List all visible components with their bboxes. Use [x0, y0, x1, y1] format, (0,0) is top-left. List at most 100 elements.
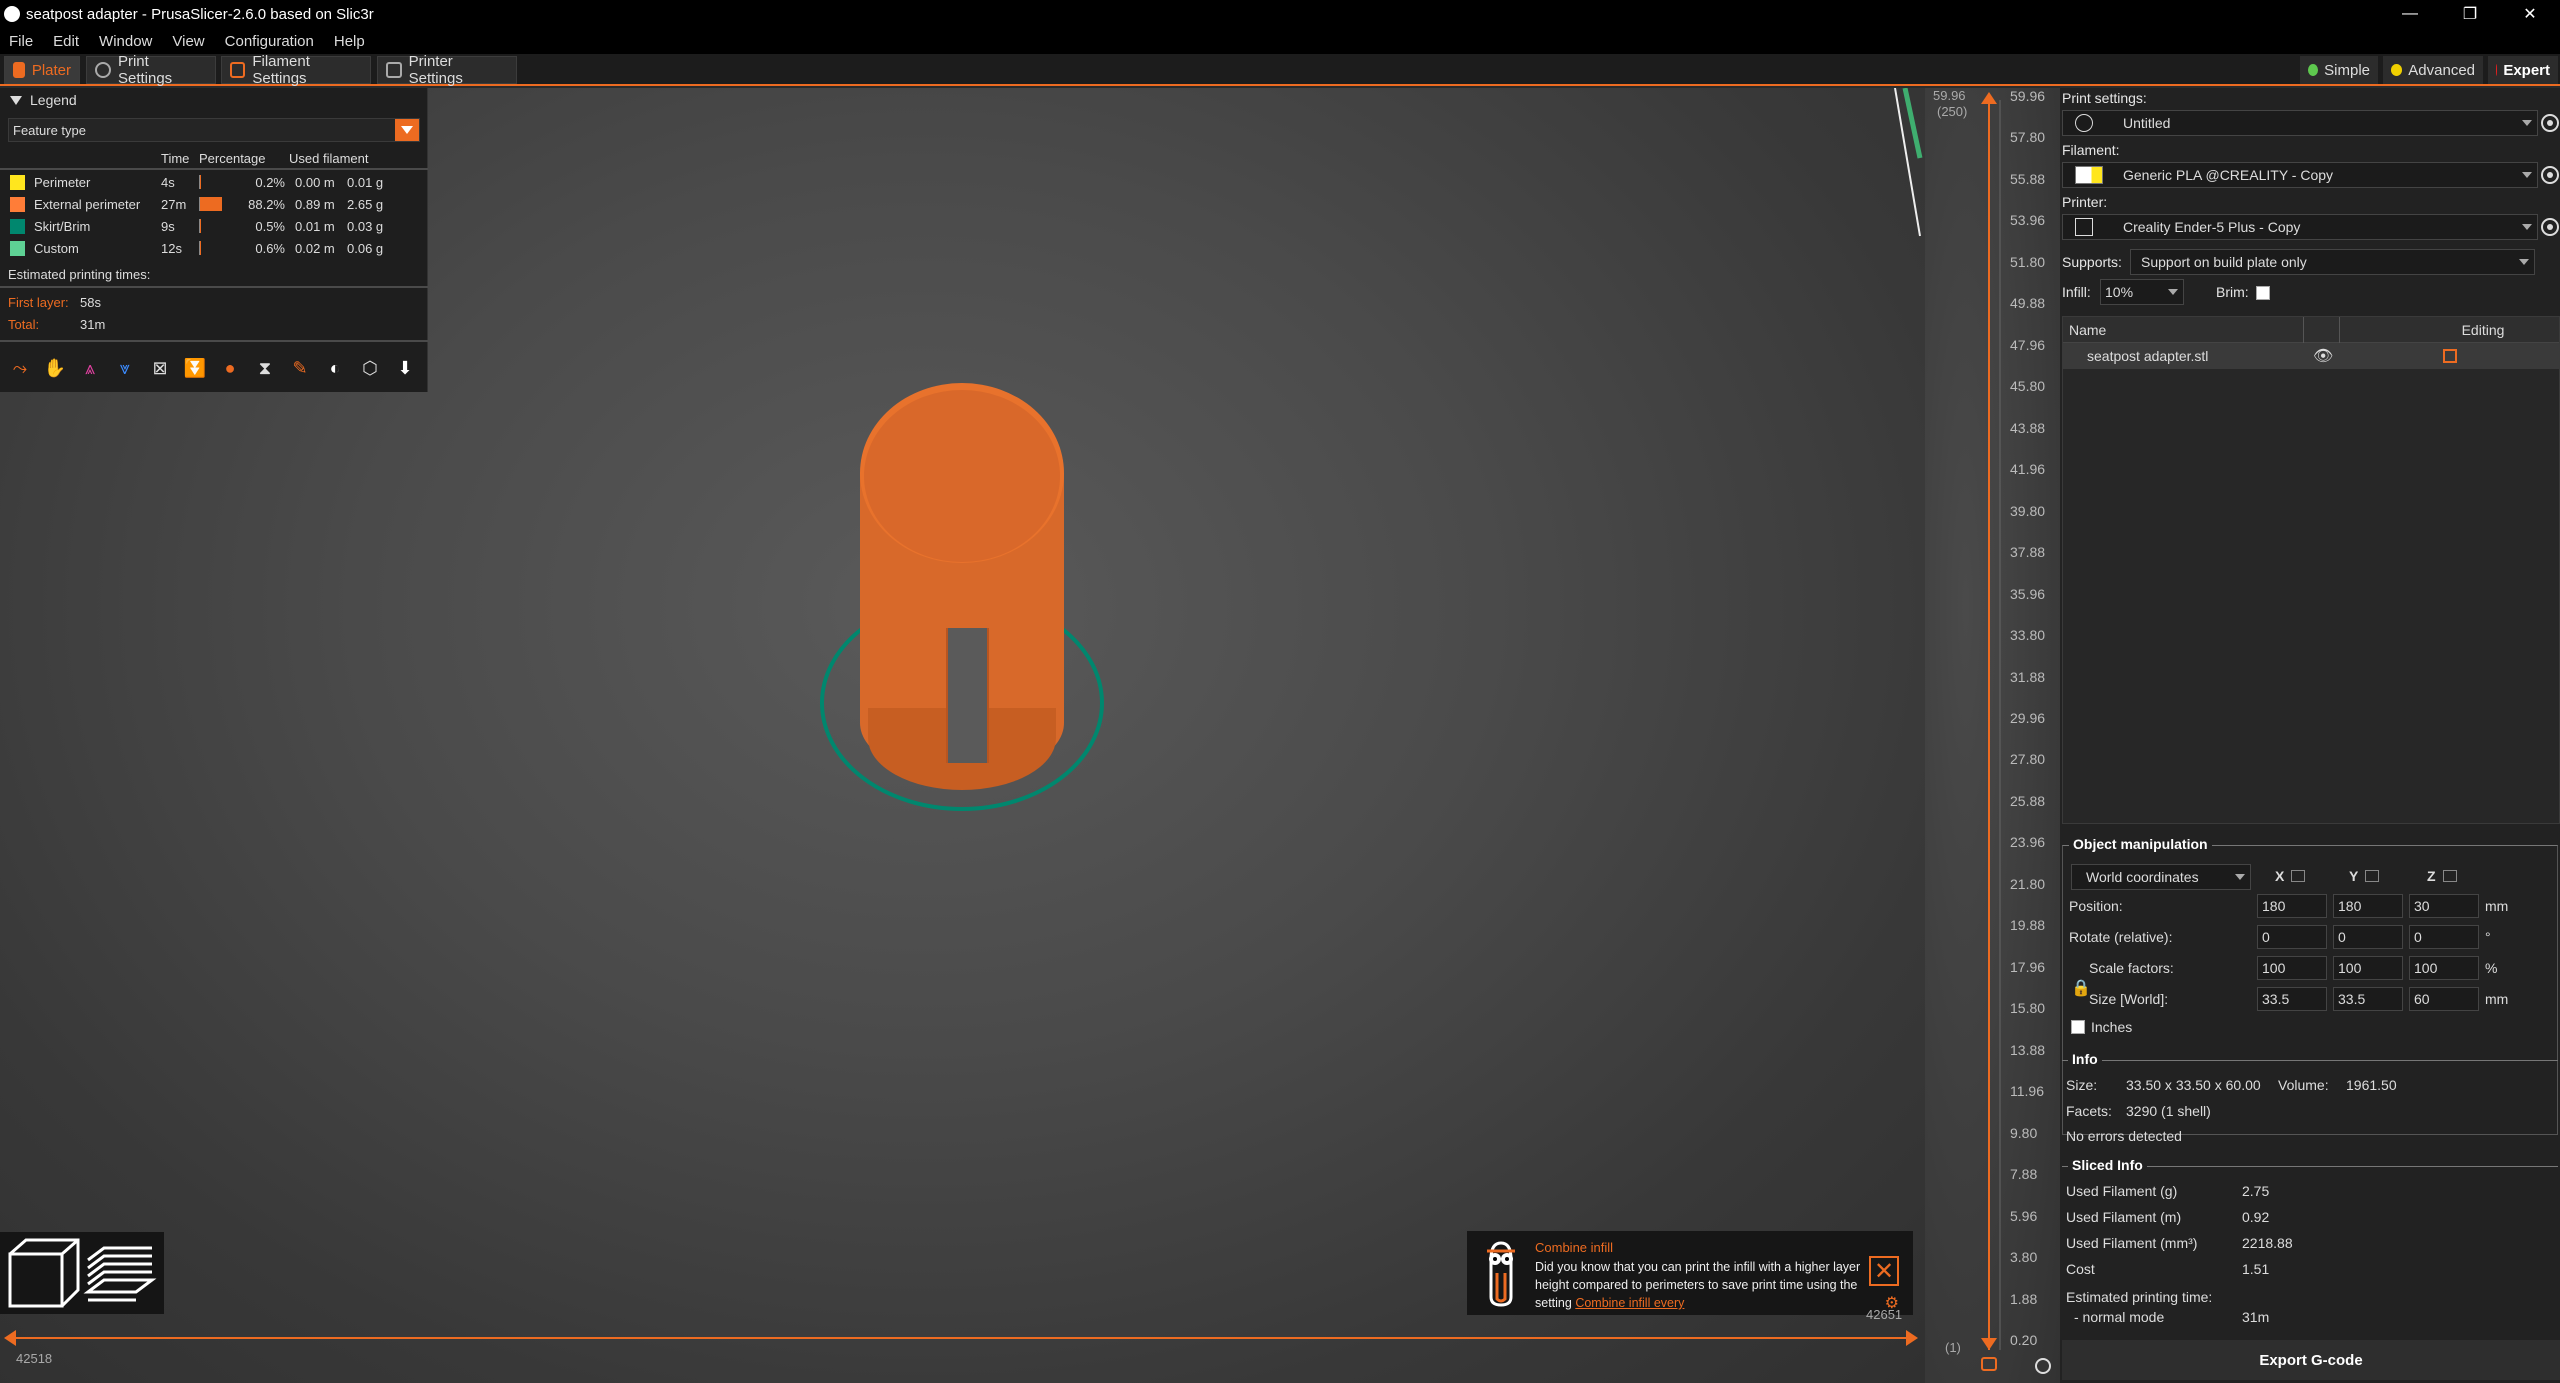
window-title: seatpost adapter - PrusaSlicer-2.6.0 bas…	[26, 5, 374, 23]
mode-simple[interactable]: Simple	[2300, 56, 2378, 84]
wipe-icon[interactable]: ✋	[41, 354, 69, 382]
seams-icon[interactable]: ⊠	[146, 354, 174, 382]
travel-icon[interactable]: ⤳	[6, 354, 34, 382]
drop-to-bed-icon[interactable]	[2365, 870, 2379, 882]
minimize-button[interactable]: —	[2380, 0, 2440, 28]
gear-icon[interactable]	[2541, 218, 2559, 236]
infill-select[interactable]: 10%	[2100, 279, 2184, 305]
print-settings-select[interactable]: Untitled	[2062, 110, 2538, 136]
brim-checkbox[interactable]	[2256, 286, 2270, 300]
supports-select[interactable]: Support on build plate only	[2130, 249, 2535, 275]
menu-window[interactable]: Window	[90, 33, 163, 50]
info-facets-label: Facets:	[2066, 1103, 2112, 1119]
gear-icon[interactable]	[2541, 166, 2559, 184]
3d-preview-canvas[interactable]: Legend Feature type Time Percentage Used…	[0, 88, 1925, 1383]
legend-header[interactable]: Legend	[0, 88, 427, 112]
deretractions-icon[interactable]: ⩔	[111, 354, 139, 382]
slider-thumb-right[interactable]	[1906, 1330, 1918, 1346]
chevron-down-icon[interactable]	[2232, 869, 2248, 885]
drop-to-bed-icon[interactable]	[2443, 870, 2457, 882]
filament-value: Generic PLA @CREALITY - Copy	[2123, 167, 2334, 183]
layer-height-tick: 13.88	[2010, 1042, 2046, 1058]
export-gcode-button[interactable]: Export G-code	[2062, 1340, 2560, 1380]
slider-thumb-top[interactable]	[1981, 92, 1997, 104]
printer-select[interactable]: Creality Ender-5 Plus - Copy	[2062, 214, 2538, 240]
divider	[0, 286, 428, 288]
menu-view[interactable]: View	[163, 33, 215, 50]
chevron-down-icon[interactable]	[2519, 219, 2535, 235]
legend-row-external-perimeter[interactable]: External perimeter 27m 88.2% 0.89 m 2.65…	[10, 194, 397, 214]
3d-view-icon[interactable]	[8, 1238, 80, 1308]
edit-icon[interactable]	[2443, 349, 2457, 363]
list-item[interactable]: seatpost adapter.stl 👁	[2063, 343, 2559, 369]
tool-marker-icon[interactable]: ⬇	[391, 354, 419, 382]
position-x-field[interactable]: 180	[2257, 894, 2327, 918]
collapse-triangle-icon[interactable]	[10, 95, 22, 105]
color-changes-icon[interactable]: ●	[216, 354, 244, 382]
size-y-field[interactable]: 33.5	[2333, 987, 2403, 1011]
title-bar: seatpost adapter - PrusaSlicer-2.6.0 bas…	[0, 0, 2560, 28]
coordinates-select[interactable]: World coordinates	[2071, 864, 2251, 890]
menu-file[interactable]: File	[0, 33, 44, 50]
lock-icon[interactable]	[1981, 1357, 1997, 1371]
close-icon[interactable]: ✕	[1869, 1256, 1899, 1286]
rotate-y-field[interactable]: 0	[2333, 925, 2403, 949]
scale-y-field[interactable]: 100	[2333, 956, 2403, 980]
hint-title: Combine infill	[1535, 1240, 1614, 1255]
eye-icon[interactable]: 👁	[2313, 346, 2333, 366]
tool-changes-icon[interactable]: ⏬	[181, 354, 209, 382]
pause-prints-icon[interactable]: ⧗	[251, 354, 279, 382]
mode-advanced[interactable]: Advanced	[2383, 56, 2483, 84]
rotate-x-field[interactable]: 0	[2257, 925, 2327, 949]
menu-edit[interactable]: Edit	[44, 33, 90, 50]
center-of-gravity-icon[interactable]: ◐	[321, 354, 349, 382]
legend-row-perimeter[interactable]: Perimeter 4s 0.2% 0.00 m 0.01 g	[10, 172, 397, 192]
tab-printer-settings[interactable]: Printer Settings	[377, 53, 517, 87]
chevron-down-icon[interactable]	[2516, 254, 2532, 270]
scale-x-field[interactable]: 100	[2257, 956, 2327, 980]
retractions-icon[interactable]: ⩓	[76, 354, 104, 382]
custom-gcodes-icon[interactable]: ✎	[286, 354, 314, 382]
tab-plater[interactable]: Plater	[4, 56, 80, 84]
column-name[interactable]: Name	[2069, 322, 2106, 338]
chevron-down-icon[interactable]	[2519, 115, 2535, 131]
inches-checkbox[interactable]	[2071, 1020, 2085, 1034]
slider-thumb-bottom[interactable]	[1981, 1338, 1997, 1350]
vertical-layer-slider[interactable]: 59.96 (250) (1) 59.96 57.80 55.88 53.96 51.8…	[1925, 88, 2060, 1383]
slider-thumb-left[interactable]	[4, 1330, 16, 1346]
layers-view-icon[interactable]	[83, 1246, 157, 1302]
shells-icon[interactable]: ⬡	[356, 354, 384, 382]
position-y-field[interactable]: 180	[2333, 894, 2403, 918]
gear-icon[interactable]	[2035, 1358, 2051, 1374]
info-title: Info	[2068, 1051, 2102, 1067]
size-z-field[interactable]: 60	[2409, 987, 2479, 1011]
scale-z-field[interactable]: 100	[2409, 956, 2479, 980]
close-button[interactable]: ✕	[2500, 0, 2560, 28]
chevron-down-icon[interactable]	[2165, 284, 2181, 300]
chevron-down-icon[interactable]	[2519, 167, 2535, 183]
position-z-field[interactable]: 30	[2409, 894, 2479, 918]
layer-height-tick: 0.20	[2010, 1332, 2038, 1348]
menu-configuration[interactable]: Configuration	[216, 33, 325, 50]
tab-print-settings[interactable]: Print Settings	[86, 53, 216, 87]
visibility-toolbar: ⤳ ✋ ⩓ ⩔ ⊠ ⏬ ● ⧗ ✎ ◐ ⬡ ⬇	[6, 354, 419, 382]
layer-height-tick: 21.80	[2010, 876, 2046, 892]
object-name[interactable]: seatpost adapter.stl	[2087, 348, 2208, 364]
view-type-select[interactable]: Feature type	[8, 118, 420, 142]
size-x-field[interactable]: 33.5	[2257, 987, 2327, 1011]
prusaslicer-logo-icon	[4, 6, 20, 22]
maximize-button[interactable]: ❐	[2440, 0, 2500, 28]
filament-select[interactable]: Generic PLA @CREALITY - Copy	[2062, 162, 2538, 188]
horizontal-move-slider[interactable]: 42518 42651	[0, 1301, 1925, 1383]
legend-row-custom[interactable]: Custom 12s 0.6% 0.02 m 0.06 g	[10, 238, 397, 258]
legend-row-skirt-brim[interactable]: Skirt/Brim 9s 0.5% 0.01 m 0.03 g	[10, 216, 397, 236]
chevron-down-icon[interactable]	[395, 119, 419, 141]
tab-filament-settings[interactable]: Filament Settings	[221, 53, 371, 87]
menu-help[interactable]: Help	[325, 33, 376, 50]
lock-icon[interactable]: 🔒	[2071, 978, 2091, 998]
column-editing[interactable]: Editing	[2423, 322, 2543, 338]
drop-to-bed-icon[interactable]	[2291, 870, 2305, 882]
mode-expert[interactable]: Expert	[2488, 56, 2558, 84]
rotate-z-field[interactable]: 0	[2409, 925, 2479, 949]
gear-icon[interactable]	[2541, 114, 2559, 132]
